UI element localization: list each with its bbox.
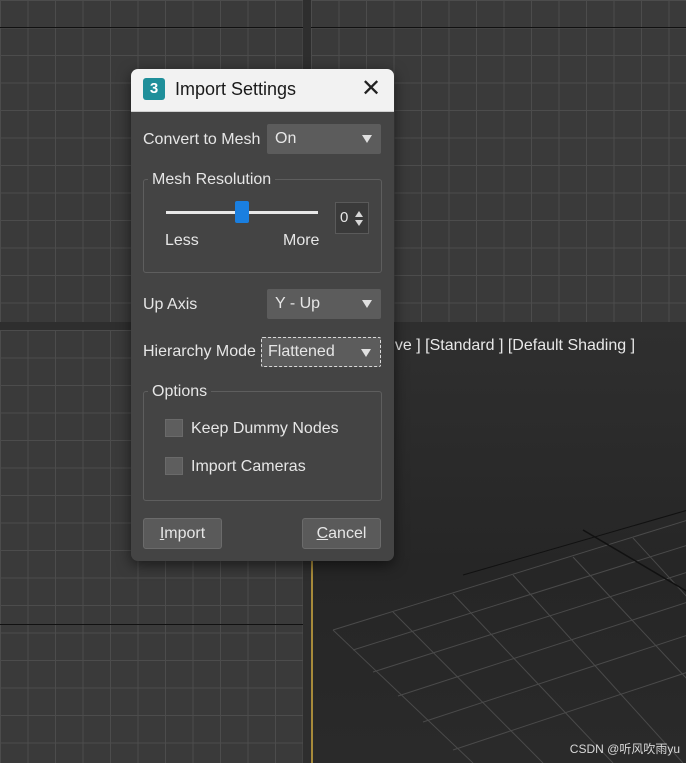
grid-axis-line <box>0 624 303 625</box>
mesh-resolution-title: Mesh Resolution <box>148 171 276 189</box>
viewport-label[interactable]: ective ] [Standard ] [Default Shading ] <box>370 337 635 355</box>
spinner-down-icon[interactable] <box>355 220 363 226</box>
hierarchy-mode-value: Flattened <box>268 343 335 360</box>
keep-dummy-nodes-label[interactable]: Keep Dummy Nodes <box>191 420 339 438</box>
import-cameras-checkbox[interactable] <box>165 457 183 475</box>
slider-more-label: More <box>283 232 320 249</box>
import-label: mport <box>164 525 206 542</box>
import-cameras-label[interactable]: Import Cameras <box>191 458 306 476</box>
cancel-label: ancel <box>328 525 367 542</box>
grid-axis-line <box>311 27 686 28</box>
convert-to-mesh-dropdown[interactable]: On <box>267 124 381 154</box>
convert-to-mesh-label: Convert to Mesh <box>143 131 261 148</box>
spinner-value[interactable]: 0 <box>340 209 350 226</box>
mesh-resolution-spinner[interactable]: 0 <box>335 202 369 234</box>
dialog-title: Import Settings <box>175 79 297 99</box>
spinner-up-icon[interactable] <box>355 211 363 217</box>
chevron-down-icon <box>362 300 372 308</box>
watermark: CSDN @听风吹雨yu <box>569 742 680 756</box>
import-settings-dialog: 3 Import Settings ✕ Convert to Mesh On M… <box>131 69 394 561</box>
convert-to-mesh-value: On <box>275 130 297 147</box>
chevron-down-icon <box>362 135 372 143</box>
up-axis-dropdown[interactable]: Y - Up <box>267 289 381 319</box>
cancel-mnemonic: C <box>316 525 329 542</box>
close-icon[interactable]: ✕ <box>358 76 384 102</box>
options-group <box>143 391 382 501</box>
up-axis-label: Up Axis <box>143 296 198 313</box>
grid-axis-line <box>0 27 303 28</box>
options-title: Options <box>148 383 212 401</box>
up-axis-value: Y - Up <box>275 295 321 312</box>
chevron-down-icon <box>361 349 371 357</box>
3ds-max-icon: 3 <box>143 78 165 100</box>
mesh-resolution-slider-thumb[interactable] <box>235 201 249 223</box>
dialog-titlebar[interactable]: 3 Import Settings ✕ <box>131 69 394 112</box>
hierarchy-mode-label: Hierarchy Mode <box>143 343 256 360</box>
slider-less-label: Less <box>165 232 199 249</box>
hierarchy-mode-dropdown[interactable]: Flattened <box>261 337 381 367</box>
keep-dummy-nodes-checkbox[interactable] <box>165 419 183 437</box>
cancel-button[interactable]: Cancel <box>302 518 381 549</box>
import-button[interactable]: Import <box>143 518 222 549</box>
